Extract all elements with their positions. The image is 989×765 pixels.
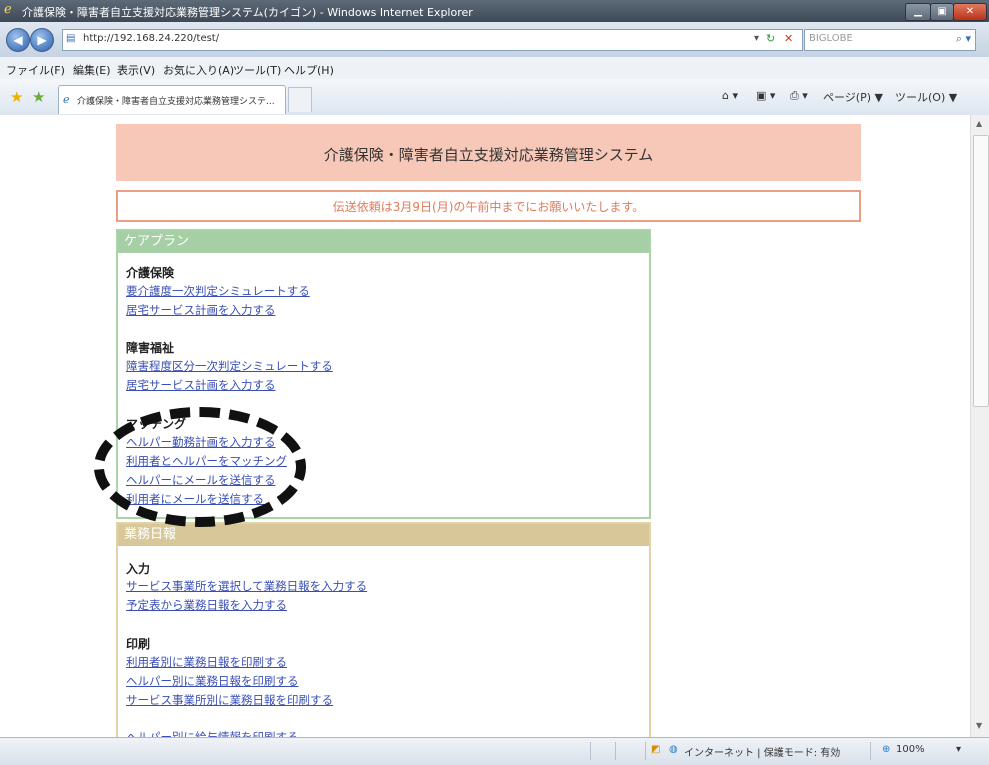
tools-menu[interactable]: ツール(O) ▼ [895, 89, 957, 105]
address-row: ◀ ▶ ▤ http://192.168.24.220/test/ ▾ ↻ ✕ … [0, 22, 989, 57]
globe-icon: ◍ [669, 744, 678, 755]
ie-page-icon: ℯ [63, 93, 70, 106]
print-title: 印刷 [126, 637, 151, 651]
menu-bar: ファイル(F) 編集(E) 表示(V) お気に入り(A) ツール(T) ヘルプ(… [0, 57, 989, 80]
gyomu-heading: 業務日報 [118, 524, 649, 546]
input-link-schedule[interactable]: 予定表から業務日報を入力する [126, 597, 287, 613]
back-button[interactable]: ◀ [6, 28, 30, 52]
status-divider [870, 742, 871, 760]
notice-box: 伝送依頼は3月9日(月)の午前中までにお願いいたします。 [116, 190, 861, 222]
zoom-icon[interactable]: ⊕ [882, 744, 890, 755]
close-button[interactable]: ✕ [953, 3, 987, 21]
stop-icon[interactable]: ✕ [784, 32, 793, 45]
tab-bar: ★ ★ ℯ 介護保険・障害者自立支援対応業務管理システ... ⌂ ▾ ▣ ▾ ⎙… [0, 79, 989, 116]
print-link-user[interactable]: 利用者別に業務日報を印刷する [126, 654, 287, 670]
search-icon[interactable]: ⌕ ▾ [956, 32, 971, 46]
kaigo-link-simulate[interactable]: 要介護度一次判定シミュレートする [126, 283, 310, 299]
page-menu[interactable]: ページ(P) ▼ [823, 89, 883, 105]
input-title: 入力 [126, 562, 151, 576]
new-tab-button[interactable] [288, 87, 312, 112]
menu-view[interactable]: 表示(V) [117, 62, 155, 78]
menu-file[interactable]: ファイル(F) [6, 62, 65, 78]
forward-button[interactable]: ▶ [30, 28, 54, 52]
search-input[interactable]: BIGLOBE ⌕ ▾ [804, 29, 976, 51]
scroll-thumb[interactable] [973, 135, 989, 407]
menu-help[interactable]: ヘルプ(H) [284, 62, 334, 78]
title-bar: ℯ 介護保険・障害者自立支援対応業務管理システム(カイゴン) - Windows… [0, 0, 989, 22]
tab-label: 介護保険・障害者自立支援対応業務管理システ... [77, 97, 275, 107]
status-divider [645, 742, 646, 760]
zoom-dropdown-icon[interactable]: ▾ [956, 744, 961, 755]
status-bar: ◩ ◍ インターネット | 保護モード: 有効 ⊕ 100% ▾ [0, 737, 989, 765]
print-link-helper[interactable]: ヘルパー別に業務日報を印刷する [126, 673, 299, 689]
dropdown-arrow-icon[interactable]: ▾ [754, 33, 759, 44]
input-link-office[interactable]: サービス事業所を選択して業務日報を入力する [126, 578, 367, 594]
add-favorite-icon[interactable]: ★ [32, 88, 45, 106]
print-icon[interactable]: ⎙ ▾ [790, 89, 808, 103]
scroll-down-icon[interactable]: ▼ [976, 721, 982, 730]
search-placeholder: BIGLOBE [809, 33, 853, 44]
status-divider [590, 742, 591, 760]
ie-logo-icon: ℯ [4, 2, 12, 17]
gyomu-panel: 業務日報 入力 サービス事業所を選択して業務日報を入力する 予定表から業務日報を… [116, 522, 651, 737]
menu-favorites[interactable]: お気に入り(A) [163, 62, 234, 78]
page-icon: ▤ [66, 33, 76, 44]
kaigo-title: 介護保険 [126, 266, 175, 280]
shogai-link-simulate[interactable]: 障害程度区分一次判定シミュレートする [126, 358, 333, 374]
address-tools: ▾ ↻ ✕ [752, 29, 803, 51]
address-field[interactable]: ▤ http://192.168.24.220/test/ [62, 29, 754, 51]
menu-tools[interactable]: ツール(T) [233, 62, 281, 78]
kaigo-link-plan[interactable]: 居宅サービス計画を入力する [126, 302, 276, 318]
shogai-title: 障害福祉 [126, 341, 175, 355]
feeds-icon[interactable]: ▣ ▾ [756, 89, 775, 102]
window-title: 介護保険・障害者自立支援対応業務管理システム(カイゴン) - Windows I… [22, 6, 473, 19]
vertical-scrollbar[interactable]: ▲ ▼ [970, 115, 989, 737]
tab-current[interactable]: ℯ 介護保険・障害者自立支援対応業務管理システ... [58, 85, 286, 114]
protected-mode-icon: ◩ [651, 744, 661, 755]
status-divider [615, 742, 616, 760]
scroll-up-icon[interactable]: ▲ [976, 119, 982, 128]
maximize-button[interactable]: ▣ [930, 3, 954, 21]
zone-text: インターネット | 保護モード: 有効 [684, 748, 841, 759]
print-link-salary[interactable]: ヘルパー別に給与情報を印刷する [126, 729, 299, 737]
menu-edit[interactable]: 編集(E) [73, 62, 111, 78]
home-icon[interactable]: ⌂ ▾ [722, 89, 738, 102]
system-title: 介護保険・障害者自立支援対応業務管理システム [323, 146, 654, 164]
notice-text: 伝送依頼は3月9日(月)の午前中までにお願いいたします。 [332, 200, 645, 214]
careplan-heading: ケアプラン [118, 231, 649, 253]
minimize-button[interactable]: ▁ [905, 3, 931, 21]
refresh-icon[interactable]: ↻ [766, 32, 775, 45]
print-link-office[interactable]: サービス事業所別に業務日報を印刷する [126, 692, 333, 708]
page-content: 介護保険・障害者自立支援対応業務管理システム 伝送依頼は3月9日(月)の午前中ま… [0, 115, 970, 737]
shogai-link-plan[interactable]: 居宅サービス計画を入力する [126, 377, 276, 393]
highlight-ring [94, 407, 306, 527]
zoom-level[interactable]: 100% [896, 744, 925, 755]
system-header: 介護保険・障害者自立支援対応業務管理システム [116, 124, 861, 181]
favorites-star-icon[interactable]: ★ [10, 88, 23, 106]
url-text: http://192.168.24.220/test/ [83, 33, 220, 44]
